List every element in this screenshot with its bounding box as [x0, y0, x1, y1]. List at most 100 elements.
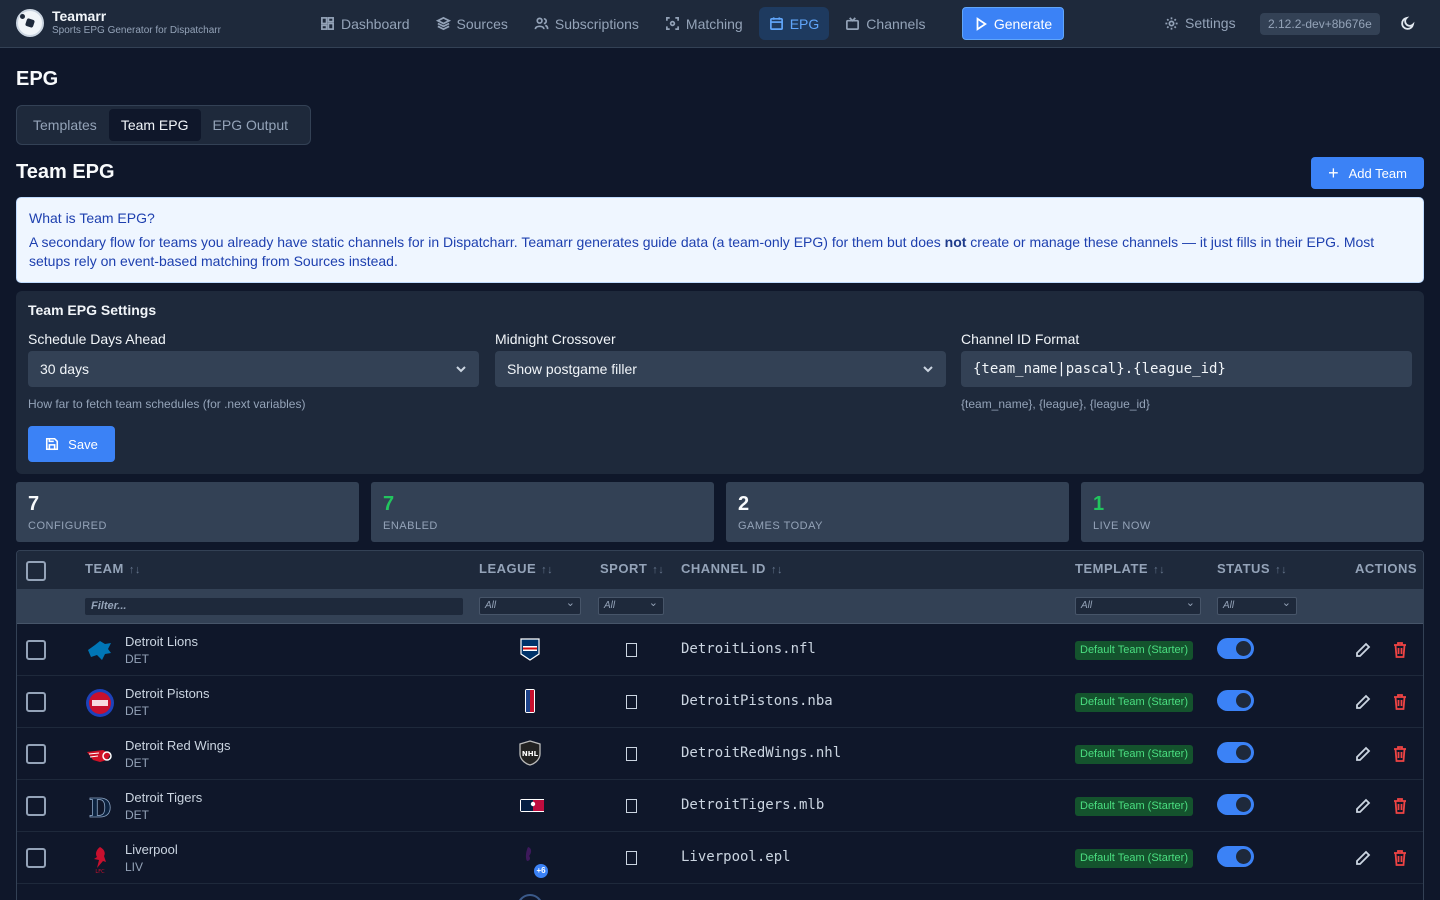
- edit-button[interactable]: [1355, 850, 1371, 866]
- midnight-crossover-select[interactable]: Show postgame filler: [495, 351, 946, 387]
- info-body-text: A secondary flow for teams you already h…: [29, 234, 945, 250]
- detroit-red-wings-logo-icon: [87, 750, 112, 762]
- nav-matching[interactable]: Matching: [655, 7, 753, 40]
- channel-id-format-field: Channel ID Format {team_name|pascal}.{le…: [961, 331, 1412, 411]
- trash-icon: [1394, 694, 1406, 710]
- play-icon: [976, 16, 987, 31]
- tv-icon: [846, 17, 860, 30]
- row-checkbox[interactable]: [26, 848, 46, 868]
- days-ahead-label: Schedule Days Ahead: [28, 331, 166, 347]
- nba-logo-icon: [525, 689, 535, 713]
- status-filter-select[interactable]: All: [1217, 595, 1297, 615]
- nav-channels[interactable]: Channels: [835, 7, 935, 40]
- save-button[interactable]: Save: [28, 426, 115, 462]
- column-team[interactable]: TEAM ↑↓: [85, 561, 141, 576]
- stat-value: 7: [28, 493, 40, 515]
- gear-icon: [1165, 16, 1178, 30]
- app-subtitle: Sports EPG Generator for Dispatcharr: [52, 25, 221, 36]
- edit-button[interactable]: [1355, 642, 1371, 658]
- days-ahead-hint: How far to fetch team schedules (for .ne…: [28, 397, 306, 411]
- status-toggle[interactable]: [1217, 690, 1254, 711]
- info-body: A secondary flow for teams you already h…: [29, 233, 1411, 271]
- info-title: What is Team EPG?: [29, 210, 155, 226]
- dashboard-grid-icon: [321, 17, 334, 30]
- sport-icon: [626, 695, 637, 709]
- row-checkbox[interactable]: [26, 692, 46, 712]
- nav-settings[interactable]: Settings: [1164, 15, 1236, 31]
- sport-icon: [626, 747, 637, 761]
- nav-sources-label: Sources: [456, 15, 508, 32]
- delete-button[interactable]: [1393, 798, 1407, 814]
- tab-team-epg[interactable]: Team EPG: [108, 109, 201, 141]
- svg-text:D: D: [89, 794, 112, 822]
- pencil-icon: [1356, 746, 1371, 761]
- column-channel-id[interactable]: CHANNEL ID ↑↓: [681, 561, 783, 576]
- nav-dashboard[interactable]: Dashboard: [310, 7, 420, 40]
- stat-live-now: 1 LIVE NOW: [1081, 482, 1424, 542]
- tab-epg-output[interactable]: EPG Output: [201, 109, 300, 141]
- channel-id-format-input[interactable]: {team_name|pascal}.{league_id}: [961, 351, 1412, 387]
- column-status-label: STATUS: [1217, 561, 1271, 576]
- settings-card-title: Team EPG Settings: [28, 302, 157, 318]
- row-checkbox[interactable]: [26, 640, 46, 660]
- sort-icon: ↑↓: [1153, 564, 1166, 576]
- sport-filter-select[interactable]: All: [598, 595, 664, 615]
- trash-icon: [1394, 746, 1406, 762]
- channel-id: DetroitPistons.nba: [681, 693, 833, 709]
- days-ahead-select[interactable]: 30 days: [28, 351, 479, 387]
- theme-toggle[interactable]: [1400, 15, 1416, 31]
- delete-button[interactable]: [1393, 642, 1407, 658]
- league-filter-select[interactable]: All: [479, 595, 581, 615]
- days-ahead-value: 30 days: [40, 361, 90, 377]
- status-toggle[interactable]: [1217, 742, 1254, 763]
- nav-settings-label: Settings: [1185, 15, 1236, 31]
- scan-icon: [665, 17, 679, 30]
- edit-button[interactable]: [1355, 746, 1371, 762]
- delete-button[interactable]: [1393, 850, 1407, 866]
- column-league[interactable]: LEAGUE ↑↓: [479, 561, 553, 576]
- svg-text:NHL: NHL: [522, 750, 539, 758]
- status-toggle[interactable]: [1217, 794, 1254, 815]
- template-badge: Default Team (Starter): [1075, 849, 1194, 868]
- stat-label: LIVE NOW: [1093, 520, 1151, 532]
- column-sport[interactable]: SPORT ↑↓: [600, 561, 664, 576]
- team-name: Detroit Red Wings: [125, 738, 231, 753]
- template-filter-select[interactable]: All: [1075, 595, 1201, 615]
- team-filter-input[interactable]: Filter...: [85, 598, 463, 615]
- tab-templates[interactable]: Templates: [21, 109, 109, 141]
- page-title: EPG: [16, 68, 59, 90]
- nhl-logo-icon: NHL: [519, 740, 541, 766]
- trash-icon: [1394, 850, 1406, 866]
- nav-sources[interactable]: Sources: [426, 7, 518, 40]
- team-abbr: DET: [125, 756, 149, 770]
- info-body-emphasis: not: [944, 234, 967, 250]
- sort-icon: ↑↓: [770, 564, 783, 576]
- select-all-checkbox[interactable]: [26, 561, 46, 581]
- add-team-button[interactable]: + Add Team: [1311, 157, 1424, 189]
- column-channel-id-label: CHANNEL ID: [681, 561, 766, 576]
- team-name: Detroit Tigers: [125, 790, 203, 805]
- filter-row: Filter... All All All All: [17, 589, 1423, 624]
- column-template[interactable]: TEMPLATE ↑↓: [1075, 561, 1165, 576]
- status-toggle[interactable]: [1217, 846, 1254, 867]
- sport-icon: [626, 851, 637, 865]
- edit-button[interactable]: [1355, 798, 1371, 814]
- status-toggle[interactable]: [1217, 638, 1254, 659]
- brand[interactable]: Teamarr Sports EPG Generator for Dispatc…: [16, 8, 221, 37]
- edit-button[interactable]: [1355, 694, 1371, 710]
- template-badge: Default Team (Starter): [1075, 745, 1194, 764]
- generate-button[interactable]: Generate: [962, 7, 1064, 40]
- delete-button[interactable]: [1393, 746, 1407, 762]
- row-checkbox[interactable]: [26, 796, 46, 816]
- template-badge: Default Team (Starter): [1075, 797, 1194, 816]
- column-league-label: LEAGUE: [479, 561, 537, 576]
- channel-id: DetroitLions.nfl: [681, 641, 816, 657]
- column-status[interactable]: STATUS ↑↓: [1217, 561, 1287, 576]
- nav-subscriptions[interactable]: Subscriptions: [524, 7, 649, 40]
- sort-icon: ↑↓: [652, 564, 665, 576]
- pencil-icon: [1356, 694, 1371, 709]
- nav-epg[interactable]: EPG: [758, 7, 830, 40]
- add-team-label: Add Team: [1348, 165, 1407, 181]
- delete-button[interactable]: [1393, 694, 1407, 710]
- row-checkbox[interactable]: [26, 744, 46, 764]
